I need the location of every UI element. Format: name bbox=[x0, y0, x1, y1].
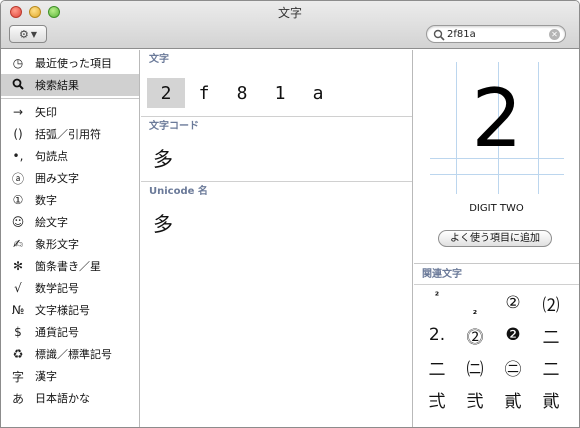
add-to-favorites-button[interactable]: よく使う項目に追加 bbox=[438, 230, 552, 247]
punctuation-icon: •, bbox=[12, 149, 24, 163]
related-char[interactable]: 弐 bbox=[456, 383, 494, 415]
sidebar-item-pictographs[interactable]: ✍ 象形文字 bbox=[1, 233, 139, 255]
related-char[interactable]: ² bbox=[418, 287, 456, 319]
sidebar-item-label: 最近使った項目 bbox=[35, 57, 112, 70]
circled-letter-icon: ⓐ bbox=[11, 171, 24, 186]
title-bar: 文字 ⚙▼ ✕ bbox=[1, 1, 579, 49]
sidebar-item-emoji[interactable]: ☺ 絵文字 bbox=[1, 211, 139, 233]
sidebar-item-search-results[interactable]: 検索結果 bbox=[1, 74, 139, 96]
sidebar-item-digits[interactable]: ① 数字 bbox=[1, 189, 139, 211]
character-results-row: 2 f 8 1 a bbox=[141, 70, 412, 116]
related-char[interactable]: 二 bbox=[532, 319, 570, 351]
sidebar-item-label: 数字 bbox=[35, 194, 57, 207]
sidebar-item-kana[interactable]: あ 日本語かな bbox=[1, 387, 139, 409]
related-char[interactable]: 二 bbox=[418, 351, 456, 383]
sidebar-item-label: 矢印 bbox=[35, 106, 57, 119]
related-characters-grid: ² ₂ ② ⑵ 2. ⓶ ❷ 二 二 ㈡ ㊁ 二 弍 弐 貳 貮 bbox=[414, 287, 579, 415]
smiley-icon: ☺ bbox=[11, 215, 25, 229]
circled-digit-icon: ① bbox=[12, 193, 24, 207]
magnifier-icon bbox=[9, 78, 27, 93]
result-char-a[interactable]: a bbox=[299, 78, 337, 108]
sidebar-item-label: 囲み文字 bbox=[35, 172, 79, 185]
related-char[interactable]: ㈡ bbox=[456, 351, 494, 383]
arrow-icon: → bbox=[12, 105, 24, 119]
search-field[interactable]: ✕ bbox=[426, 25, 566, 43]
sidebar-item-arrows[interactable]: → 矢印 bbox=[1, 101, 139, 123]
character-viewer-window: 文字 ⚙▼ ✕ ◷ 最近使った項目 検索結果 → 矢印 bbox=[0, 0, 580, 428]
sidebar-item-currency[interactable]: $ 通貨記号 bbox=[1, 321, 139, 343]
related-char[interactable]: ⓶ bbox=[456, 319, 494, 351]
sidebar-item-label: 日本語かな bbox=[35, 392, 90, 405]
section-header-char-code: 文字コード bbox=[149, 121, 199, 132]
sidebar-item-brackets[interactable]: () 括弧／引用符 bbox=[1, 123, 139, 145]
sidebar-item-label: 句読点 bbox=[35, 150, 68, 163]
sidebar-item-signs[interactable]: ♻ 標識／標準記号 bbox=[1, 343, 139, 365]
guide-line bbox=[430, 174, 564, 175]
related-char[interactable]: ㊁ bbox=[494, 351, 532, 383]
results-pane: 文字 2 f 8 1 a 文字コード 多 Unicode 名 多 bbox=[141, 50, 413, 427]
section-header-unicode-name: Unicode 名 bbox=[149, 186, 208, 197]
related-char[interactable]: 貳 bbox=[494, 383, 532, 415]
search-icon bbox=[433, 29, 445, 41]
related-char[interactable]: ⑵ bbox=[532, 287, 570, 319]
related-char[interactable]: ₂ bbox=[456, 287, 494, 319]
sidebar-item-punctuation[interactable]: •, 句読点 bbox=[1, 145, 139, 167]
related-char[interactable]: ❷ bbox=[494, 319, 532, 351]
clock-icon: ◷ bbox=[12, 56, 24, 70]
sidebar-item-recent[interactable]: ◷ 最近使った項目 bbox=[1, 52, 139, 74]
related-char[interactable]: 貮 bbox=[532, 383, 570, 415]
character-name: DIGIT TWO bbox=[469, 203, 524, 214]
sidebar-item-enclosed[interactable]: ⓐ 囲み文字 bbox=[1, 167, 139, 189]
sidebar-item-label: 絵文字 bbox=[35, 216, 68, 229]
related-char[interactable]: 弍 bbox=[418, 383, 456, 415]
parentheses-icon: () bbox=[13, 127, 23, 141]
char-code-result[interactable]: 多 bbox=[141, 137, 412, 181]
category-sidebar: ◷ 最近使った項目 検索結果 → 矢印 () 括弧／引用符 •, 句読点 ⓐ 囲… bbox=[1, 50, 140, 427]
chevron-down-icon: ▼ bbox=[30, 29, 38, 39]
sidebar-item-label: 箇条書き／星 bbox=[35, 260, 101, 273]
pictograph-icon: ✍ bbox=[12, 237, 24, 251]
clear-search-icon[interactable]: ✕ bbox=[549, 29, 560, 40]
square-root-icon: √ bbox=[14, 281, 22, 295]
sidebar-item-label: 通貨記号 bbox=[35, 326, 79, 339]
unicode-name-result[interactable]: 多 bbox=[141, 202, 412, 246]
sidebar-item-math[interactable]: √ 数学記号 bbox=[1, 277, 139, 299]
result-char-8[interactable]: 8 bbox=[223, 78, 261, 108]
numero-icon: № bbox=[11, 303, 25, 317]
sidebar-item-label: 数学記号 bbox=[35, 282, 79, 295]
related-char[interactable]: 二 bbox=[532, 351, 570, 383]
detail-pane: 2 DIGIT TWO よく使う項目に追加 関連文字 ² ₂ ② ⑵ 2. ⓶ … bbox=[414, 50, 579, 427]
section-header-characters: 文字 bbox=[149, 54, 169, 65]
search-input[interactable] bbox=[447, 28, 547, 41]
recycle-icon: ♻ bbox=[12, 347, 24, 361]
character-preview: 2 bbox=[430, 62, 564, 194]
dollar-icon: $ bbox=[14, 325, 22, 339]
asterisk-icon: ✻ bbox=[12, 259, 24, 273]
window-title: 文字 bbox=[277, 6, 302, 20]
result-char-f[interactable]: f bbox=[185, 78, 223, 108]
sidebar-item-label: 括弧／引用符 bbox=[35, 128, 101, 141]
section-header-related: 関連文字 bbox=[414, 263, 579, 285]
related-char[interactable]: 2. bbox=[418, 319, 456, 351]
sidebar-item-label: 漢字 bbox=[35, 370, 57, 383]
hiragana-icon: あ bbox=[11, 391, 24, 406]
sidebar-item-label: 文字様記号 bbox=[35, 304, 90, 317]
sidebar-item-bullets-stars[interactable]: ✻ 箇条書き／星 bbox=[1, 255, 139, 277]
related-char[interactable]: ② bbox=[494, 287, 532, 319]
sidebar-item-label: 検索結果 bbox=[35, 79, 79, 92]
action-menu-button[interactable]: ⚙ ▼ bbox=[9, 25, 47, 43]
sidebar-item-kanji[interactable]: 字 漢字 bbox=[1, 365, 139, 387]
sidebar-item-label: 象形文字 bbox=[35, 238, 79, 251]
sidebar-item-letterlike[interactable]: № 文字様記号 bbox=[1, 299, 139, 321]
preview-glyph: 2 bbox=[471, 72, 523, 165]
sidebar-divider bbox=[1, 98, 139, 99]
result-char-1[interactable]: 1 bbox=[261, 78, 299, 108]
kanji-icon: 字 bbox=[11, 369, 24, 384]
gear-icon: ⚙ bbox=[18, 27, 29, 41]
result-char-2[interactable]: 2 bbox=[147, 78, 185, 108]
sidebar-item-label: 標識／標準記号 bbox=[35, 348, 112, 361]
